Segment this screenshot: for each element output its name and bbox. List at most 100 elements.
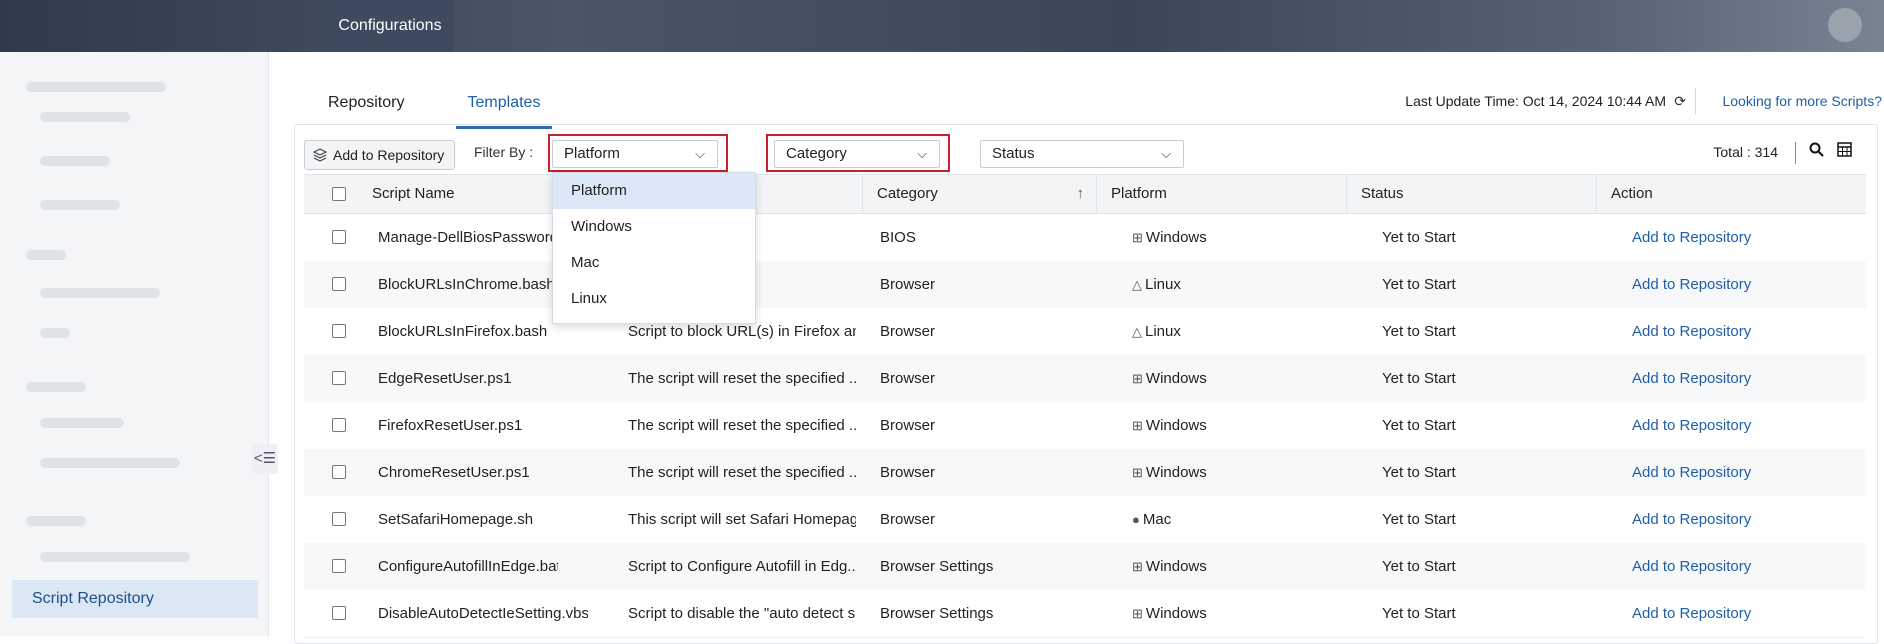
script-name: ChromeResetUser.ps1 [378,464,530,481]
sidebar-item-script-repository[interactable]: Script Repository [12,580,258,618]
status-select[interactable]: Status ⌵ [980,140,1184,168]
add-to-repository-link[interactable]: Add to Repository [1632,543,1832,590]
table-header: Script Name Category ↑ Platform Status A… [304,174,1866,214]
windows-logo-icon: ⊞ [1132,418,1143,433]
script-description: Script to disable the "auto detect s... [628,605,856,622]
last-update-time: Last Update Time: Oct 14, 2024 10:44 AM [1405,93,1666,109]
table-row[interactable]: ConfigureAutofillInEdge.bat Script to Co… [304,543,1866,591]
column-header-category[interactable]: Category ↑ [862,175,1096,213]
dropdown-option-linux[interactable]: Linux [553,281,755,317]
avatar[interactable] [1828,8,1862,42]
add-to-repository-link[interactable]: Add to Repository [1632,308,1832,355]
script-platform: ⊞ Windows [1132,355,1332,402]
script-status: Yet to Start [1382,558,1456,575]
row-checkbox[interactable] [332,465,346,479]
script-name: BlockURLsInChrome.bash [378,276,555,293]
table-columns-icon[interactable] [1837,142,1852,161]
script-category: Browser [880,323,936,340]
dropdown-option-platform[interactable]: Platform [553,173,755,209]
linux-logo-icon: △ [1132,324,1142,339]
add-to-repository-link[interactable]: Add to Repository [1632,449,1832,496]
column-header-action[interactable]: Action [1596,175,1866,213]
row-checkbox[interactable] [332,324,346,338]
row-checkbox[interactable] [332,606,346,620]
script-category: Browser [880,417,936,434]
add-to-repository-link[interactable]: Add to Repository [1632,590,1832,637]
script-status: Yet to Start [1382,229,1456,246]
table-row[interactable]: Manage-DellBiosPasswords atically confi.… [304,214,1866,262]
table-row[interactable]: BlockURLsInFirefox.bash Script to block … [304,308,1866,356]
platform-label: Windows [1145,464,1207,481]
sidebar-blurred-item [40,328,70,338]
script-description: This script will set Safari Homepage [628,511,856,528]
chevron-down-icon: ⌵ [1161,146,1171,161]
add-to-repository-link[interactable]: Add to Repository [1632,355,1832,402]
tab-templates-label: Templates [467,94,541,111]
sidebar [0,52,269,636]
script-category: Browser Settings [880,605,994,622]
refresh-icon[interactable]: ⟳ [1674,90,1686,112]
script-platform: ⊞ Windows [1132,543,1332,590]
script-name: Manage-DellBiosPasswords [378,229,558,246]
sidebar-blurred-item [26,382,86,392]
top-bar: Configurations [0,0,1884,52]
table-row[interactable]: ChromeResetUser.ps1 The script will rese… [304,449,1866,497]
sidebar-blurred-item [40,288,160,298]
script-name: FirefoxResetUser.ps1 [378,417,523,434]
row-checkbox[interactable] [332,418,346,432]
tab-configurations[interactable]: Configurations [326,0,454,52]
table-row[interactable]: BlockURLsInChrome.bash s) in Chrome.... … [304,261,1866,309]
column-header-platform[interactable]: Platform [1096,175,1346,213]
dropdown-option-mac[interactable]: Mac [553,245,755,281]
sidebar-blurred-item [40,418,124,428]
search-icon[interactable] [1809,142,1824,161]
script-platform: ⊞ Windows [1132,214,1332,261]
add-to-repository-button[interactable]: Add to Repository [304,140,456,170]
sidebar-blurred-item [26,250,66,260]
divider [1795,142,1796,164]
platform-label: Windows [1145,417,1207,434]
highlight-box [766,134,950,172]
dropdown-option-windows[interactable]: Windows [553,209,755,245]
platform-dropdown-menu: Platform Windows Mac Linux [552,172,756,324]
column-header-category-label: Category [877,185,938,202]
script-platform: ⊞ Windows [1132,402,1332,449]
script-platform: ⊞ Windows [1132,449,1332,496]
add-to-repository-label: Add to Repository [333,147,445,163]
windows-logo-icon: ⊞ [1132,371,1143,386]
script-name: DisableAutoDetectIeSetting.vbs [378,605,588,622]
script-description: Script to Configure Autofill in Edg... [628,558,856,575]
sort-arrow-up-icon[interactable]: ↑ [1077,175,1085,213]
table-row[interactable]: FirefoxResetUser.ps1 The script will res… [304,402,1866,450]
script-platform: △ Linux [1132,261,1332,308]
script-category: Browser [880,276,936,293]
table-row[interactable]: SetSafariHomepage.sh This script will se… [304,496,1866,544]
windows-logo-icon: ⊞ [1132,606,1143,621]
table-row[interactable]: DisableAutoDetectIeSetting.vbs Script to… [304,590,1866,638]
column-header-status[interactable]: Status [1346,175,1596,213]
more-scripts-link[interactable]: Looking for more Scripts? [1722,90,1882,112]
script-description: The script will reset the specified ... [628,370,856,387]
row-checkbox[interactable] [332,371,346,385]
sidebar-blurred-item [40,156,110,166]
row-checkbox[interactable] [332,230,346,244]
windows-logo-icon: ⊞ [1132,230,1143,245]
sidebar-blurred-item [40,112,130,122]
row-checkbox[interactable] [332,559,346,573]
add-to-repository-link[interactable]: Add to Repository [1632,496,1832,543]
script-platform: △ Linux [1132,308,1332,355]
row-checkbox[interactable] [332,277,346,291]
row-checkbox[interactable] [332,512,346,526]
script-status: Yet to Start [1382,417,1456,434]
script-status: Yet to Start [1382,511,1456,528]
add-to-repository-link[interactable]: Add to Repository [1632,261,1832,308]
add-to-repository-link[interactable]: Add to Repository [1632,214,1832,261]
table-row[interactable]: EdgeResetUser.ps1 The script will reset … [304,355,1866,403]
select-all-checkbox[interactable] [332,187,346,201]
highlight-box [548,134,728,172]
add-to-repository-link[interactable]: Add to Repository [1632,402,1832,449]
sidebar-blurred-item [40,458,180,468]
filter-by-label: Filter By : [474,144,534,160]
platform-label: Windows [1145,558,1207,575]
sidebar-blurred-item [26,82,166,92]
